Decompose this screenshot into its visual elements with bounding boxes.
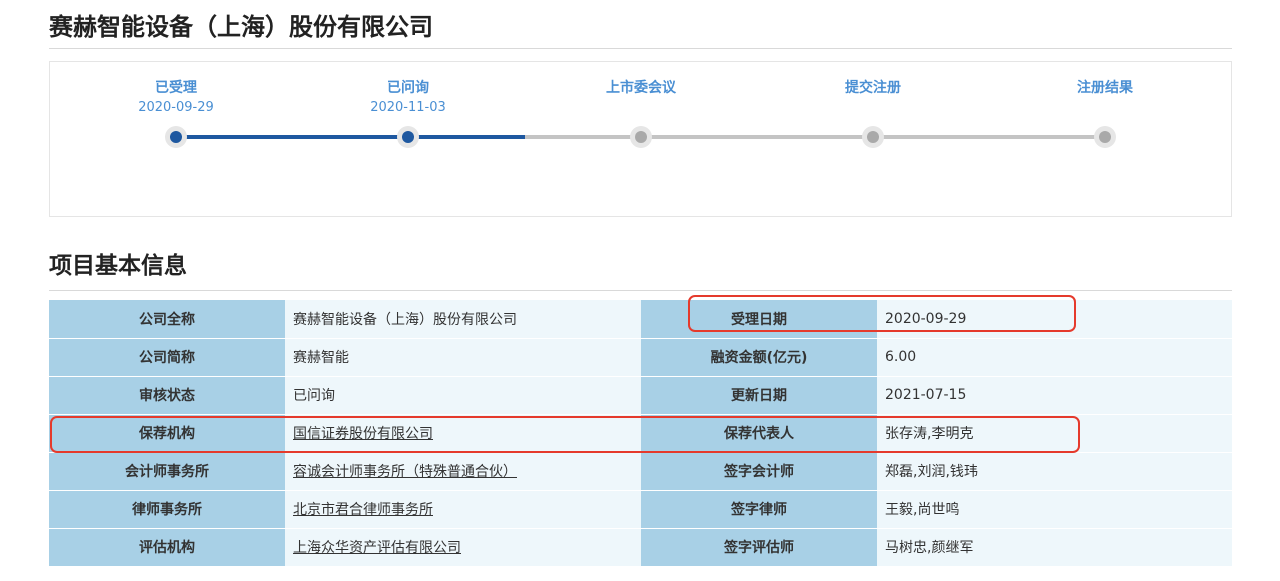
field-label: 签字律师 bbox=[641, 490, 877, 529]
law-firm-link-cell: 北京市君合律师事务所 bbox=[285, 490, 641, 529]
step-listing-committee: 上市委会议 bbox=[561, 79, 721, 97]
field-label: 公司全称 bbox=[49, 300, 285, 339]
field-value: 6.00 bbox=[877, 338, 1232, 377]
field-label: 保荐代表人 bbox=[641, 414, 877, 453]
step-label: 提交注册 bbox=[845, 80, 901, 96]
section-title: 项目基本信息 bbox=[49, 253, 187, 279]
step-date: 2020-11-03 bbox=[370, 100, 446, 115]
table-row: 公司简称 赛赫智能 融资金额(亿元) 6.00 bbox=[49, 338, 1232, 377]
appraisal-firm-link-cell: 上海众华资产评估有限公司 bbox=[285, 528, 641, 567]
project-info-table: 公司全称 赛赫智能设备（上海）股份有限公司 受理日期 2020-09-29 公司… bbox=[49, 300, 1232, 567]
accounting-firm-link-cell: 容诚会计师事务所（特殊普通合伙） bbox=[285, 452, 641, 491]
field-value: 张存涛,李明克 bbox=[877, 414, 1232, 453]
sponsor-link[interactable]: 国信证券股份有限公司 bbox=[293, 426, 433, 442]
field-value: 赛赫智能 bbox=[285, 338, 641, 377]
step-label: 注册结果 bbox=[1077, 80, 1133, 96]
step-dot-registration-result bbox=[1094, 126, 1116, 148]
field-value: 2020-09-29 bbox=[877, 300, 1232, 339]
field-value: 马树忠,颜继军 bbox=[877, 528, 1232, 567]
accounting-firm-link[interactable]: 容诚会计师事务所（特殊普通合伙） bbox=[293, 464, 517, 480]
appraisal-firm-link[interactable]: 上海众华资产评估有限公司 bbox=[293, 540, 461, 556]
field-label: 律师事务所 bbox=[49, 490, 285, 529]
field-label: 受理日期 bbox=[641, 300, 877, 339]
step-label: 上市委会议 bbox=[606, 80, 676, 96]
step-accepted: 已受理 2020-09-29 bbox=[96, 79, 256, 117]
table-row: 审核状态 已问询 更新日期 2021-07-15 bbox=[49, 376, 1232, 415]
field-value: 已问询 bbox=[285, 376, 641, 415]
field-value: 郑磊,刘润,钱玮 bbox=[877, 452, 1232, 491]
step-inquired: 已问询 2020-11-03 bbox=[328, 79, 488, 117]
field-value: 2021-07-15 bbox=[877, 376, 1232, 415]
field-label: 更新日期 bbox=[641, 376, 877, 415]
step-registration-result: 注册结果 bbox=[1025, 79, 1185, 97]
law-firm-link[interactable]: 北京市君合律师事务所 bbox=[293, 502, 433, 518]
table-row: 会计师事务所 容诚会计师事务所（特殊普通合伙） 签字会计师 郑磊,刘润,钱玮 bbox=[49, 452, 1232, 491]
step-label: 已问询 bbox=[387, 80, 429, 96]
step-dot-listing-committee bbox=[630, 126, 652, 148]
step-date: 2020-09-29 bbox=[138, 100, 214, 115]
field-label: 融资金额(亿元) bbox=[641, 338, 877, 377]
field-value: 赛赫智能设备（上海）股份有限公司 bbox=[285, 300, 641, 339]
step-dot-submit-registration bbox=[862, 126, 884, 148]
step-label: 已受理 bbox=[155, 80, 197, 96]
progress-track-completed bbox=[176, 135, 525, 139]
table-row: 保荐机构 国信证券股份有限公司 保荐代表人 张存涛,李明克 bbox=[49, 414, 1232, 453]
section-divider bbox=[49, 290, 1232, 291]
title-divider bbox=[49, 48, 1232, 49]
step-dot-inquired bbox=[397, 126, 419, 148]
field-value: 王毅,尚世鸣 bbox=[877, 490, 1232, 529]
field-label: 签字会计师 bbox=[641, 452, 877, 491]
page-title: 赛赫智能设备（上海）股份有限公司 bbox=[49, 13, 433, 41]
field-label: 会计师事务所 bbox=[49, 452, 285, 491]
table-row: 评估机构 上海众华资产评估有限公司 签字评估师 马树忠,颜继军 bbox=[49, 528, 1232, 567]
step-dot-accepted bbox=[165, 126, 187, 148]
table-row: 律师事务所 北京市君合律师事务所 签字律师 王毅,尚世鸣 bbox=[49, 490, 1232, 529]
field-label: 评估机构 bbox=[49, 528, 285, 567]
field-label: 保荐机构 bbox=[49, 414, 285, 453]
field-label: 签字评估师 bbox=[641, 528, 877, 567]
step-submit-registration: 提交注册 bbox=[793, 79, 953, 97]
table-row: 公司全称 赛赫智能设备（上海）股份有限公司 受理日期 2020-09-29 bbox=[49, 300, 1232, 339]
review-progress-panel: 已受理 2020-09-29 已问询 2020-11-03 上市委会议 提交注册… bbox=[49, 61, 1232, 217]
field-label: 审核状态 bbox=[49, 376, 285, 415]
sponsor-link-cell: 国信证券股份有限公司 bbox=[285, 414, 641, 453]
field-label: 公司简称 bbox=[49, 338, 285, 377]
